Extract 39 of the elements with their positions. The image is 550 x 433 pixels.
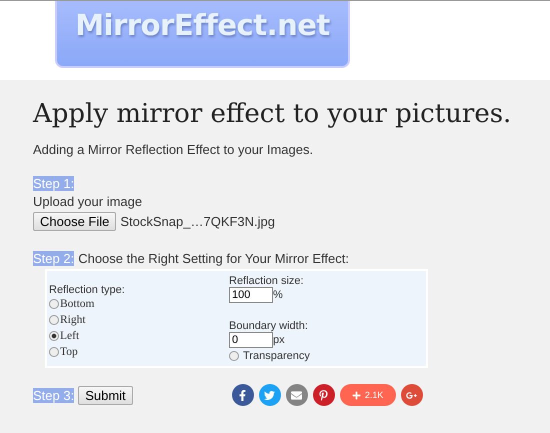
plus-icon	[352, 390, 361, 400]
envelope-icon	[291, 390, 302, 400]
facebook-icon	[237, 390, 248, 400]
choose-file-button[interactable]: Choose File	[33, 212, 116, 231]
transparency-label: Transparency	[243, 350, 310, 362]
reflection-type-label: Reflection type:	[49, 284, 126, 296]
radio-button[interactable]	[49, 299, 59, 309]
logo-text: MirrorEffect.net	[75, 8, 330, 44]
transparency-radio[interactable]	[229, 351, 239, 361]
radio-label: Bottom	[60, 298, 95, 310]
radio-button[interactable]	[49, 347, 59, 357]
percent-unit: %	[273, 289, 283, 301]
reflection-size-label: Reflaction size:	[229, 275, 305, 287]
page-title: Apply mirror effect to your pictures.	[33, 98, 512, 131]
radio-label: Right	[60, 314, 86, 326]
upload-instruction: Upload your image	[33, 194, 142, 209]
radio-label: Left	[60, 330, 80, 342]
step-label: Step 3:	[33, 388, 74, 402]
pinterest-icon	[318, 390, 330, 400]
submit-button[interactable]: Submit	[78, 386, 133, 404]
boundary-width-field[interactable]: 0	[229, 332, 273, 348]
px-unit: px	[273, 334, 285, 346]
google-plus-icon	[406, 390, 418, 400]
google-plus-share-button[interactable]	[400, 384, 423, 406]
step-instruction: Choose the Right Setting for Your Mirror Effect:	[78, 251, 349, 266]
facebook-share-button[interactable]	[232, 384, 254, 406]
email-share-button[interactable]	[286, 384, 308, 406]
pinterest-share-button[interactable]	[312, 384, 335, 406]
subtitle: Adding a Mirror Reflection Effect to your Images.	[33, 142, 314, 157]
step-label: Step 2:	[33, 251, 74, 266]
radio-label: Top	[60, 346, 78, 358]
file-name: StockSnap_…7QKF3N.jpg	[120, 214, 276, 229]
reflection-size-field[interactable]: 100	[229, 287, 273, 303]
twitter-icon	[264, 390, 276, 400]
radio-button[interactable]	[49, 331, 59, 341]
step-label: Step 1:	[33, 176, 74, 191]
radio-button[interactable]	[49, 315, 59, 325]
boundary-width-label: Boundary width:	[229, 320, 309, 332]
twitter-share-button[interactable]	[258, 384, 281, 406]
